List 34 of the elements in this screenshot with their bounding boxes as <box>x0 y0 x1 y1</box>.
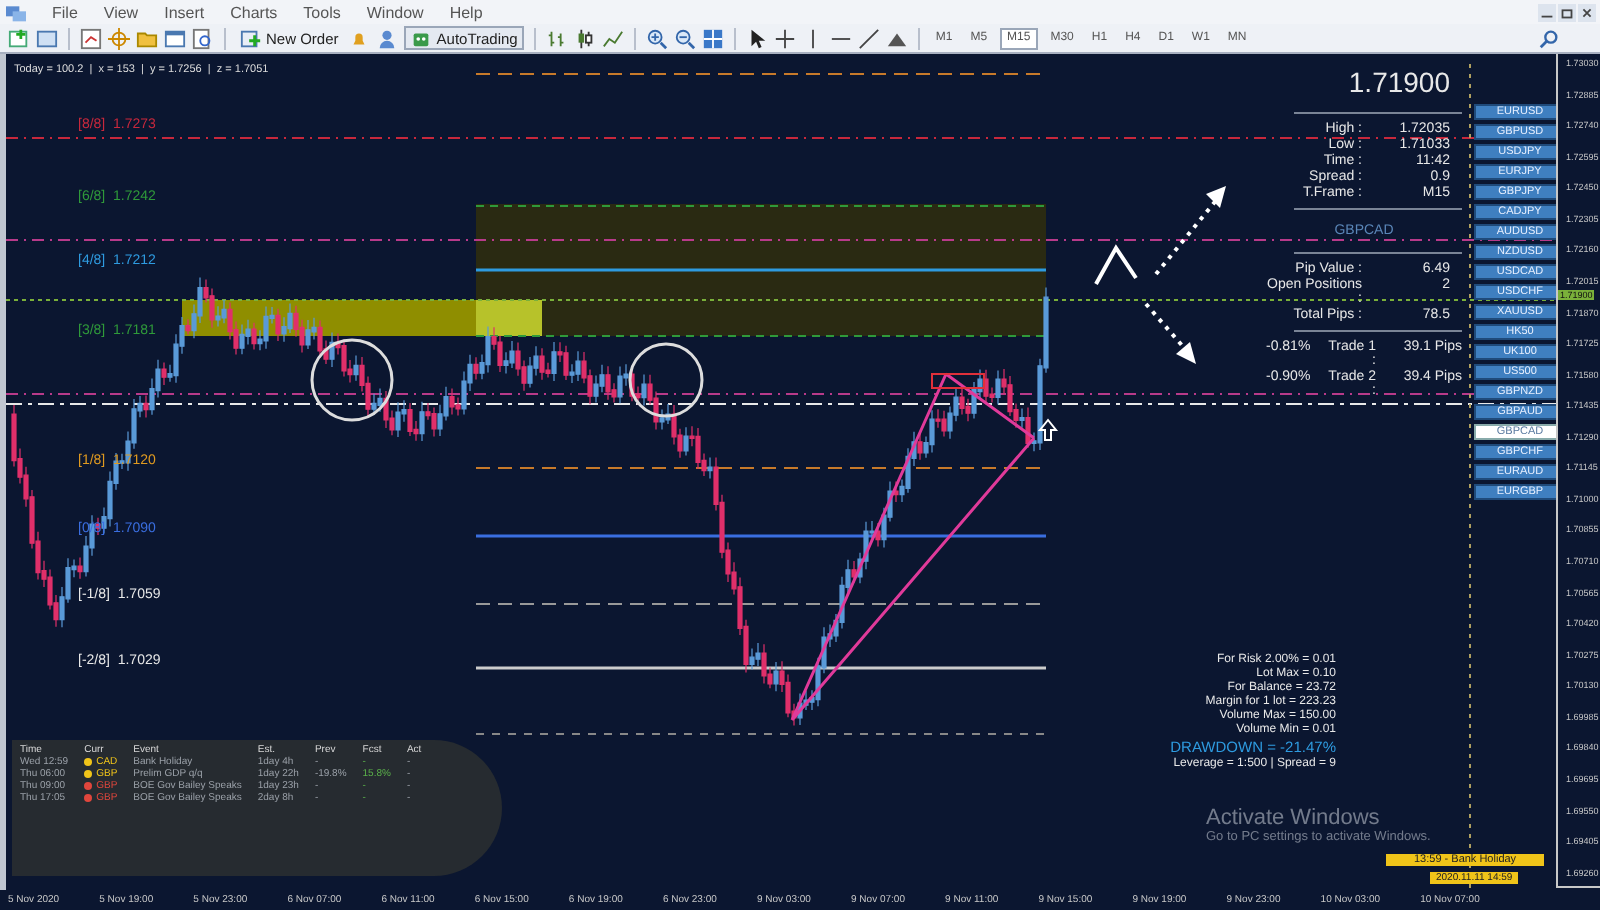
menu-item[interactable]: Help <box>449 3 483 21</box>
window-icon[interactable] <box>164 27 186 49</box>
menu-item[interactable]: Window <box>366 3 424 21</box>
crosshair-icon[interactable] <box>773 27 796 49</box>
menu-item[interactable]: Insert <box>164 3 205 21</box>
menu-item[interactable]: File <box>52 3 78 21</box>
window-icon[interactable] <box>36 27 58 49</box>
trendline-icon[interactable] <box>857 27 880 49</box>
zoom-in-icon[interactable] <box>645 27 668 49</box>
line-chart-icon[interactable] <box>601 27 624 49</box>
app-icon <box>6 3 26 21</box>
close-icon[interactable] <box>1578 3 1596 21</box>
minimize-icon[interactable] <box>1538 3 1556 21</box>
current-price: 1.71900 <box>1346 66 1452 98</box>
activation-title: Activate Windows <box>1206 806 1382 830</box>
menu-item[interactable]: Tools <box>303 3 341 21</box>
up-arrow-icon <box>1037 418 1059 441</box>
zoom-out-icon[interactable] <box>673 27 696 49</box>
marker-box <box>931 373 985 389</box>
dotted-arrow <box>1154 186 1226 276</box>
new-chart-icon[interactable] <box>8 27 30 49</box>
circle-annotation <box>628 342 704 418</box>
candlestick-icon[interactable] <box>573 27 596 49</box>
search-icon[interactable] <box>1538 27 1560 49</box>
zoom-icon[interactable] <box>192 27 214 49</box>
menu-item[interactable]: Charts <box>230 3 278 21</box>
circle-annotation <box>310 338 394 422</box>
restore-icon[interactable] <box>1558 3 1576 21</box>
bar-chart-icon[interactable] <box>545 27 568 49</box>
grid-icon[interactable] <box>701 27 724 49</box>
chart-icon[interactable] <box>80 27 102 49</box>
dotted-arrow <box>1144 302 1196 364</box>
menu-item[interactable]: View <box>103 3 139 21</box>
person-icon[interactable] <box>376 27 399 49</box>
